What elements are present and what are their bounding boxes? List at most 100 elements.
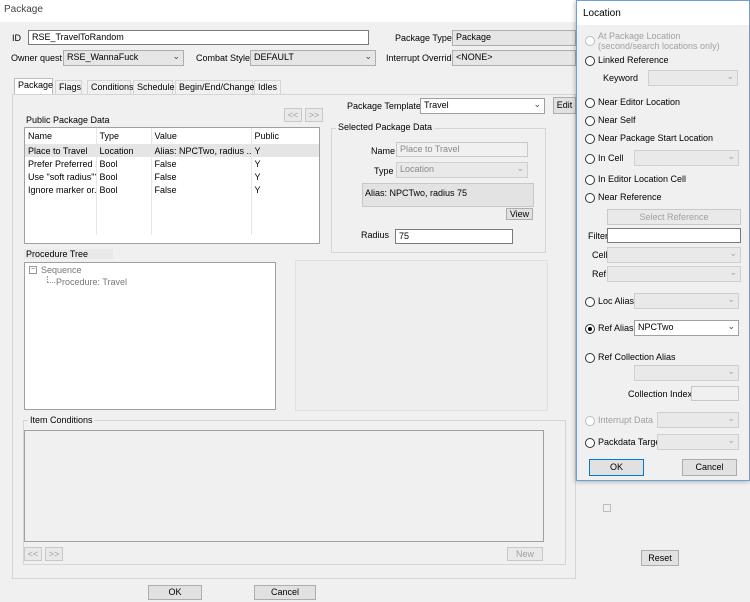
cell-value: False [151,183,252,196]
table-row[interactable]: Place to Travel Location Alias: NPCTwo, … [25,144,319,157]
procedure-details-pane [295,260,548,411]
conditions-next-button[interactable]: >> [45,547,63,561]
id-input[interactable]: RSE_TravelToRandom [28,30,369,45]
tab-begin-end-change[interactable]: Begin/End/Change [175,80,255,94]
table-row[interactable]: Prefer Preferred ... Bool False Y [25,157,319,170]
collapse-icon[interactable]: − [29,266,37,274]
location-cancel-button[interactable]: Cancel [682,459,737,476]
cancel-button[interactable]: Cancel [254,585,316,600]
view-button[interactable]: View [506,208,533,220]
location-dialog-titlebar: Location [577,1,749,25]
keyword-select[interactable]: ⌄ [648,70,738,86]
col-type[interactable]: Type [96,128,152,145]
at-package-location-label: At Package Location [598,31,681,41]
combat-style-select[interactable]: DEFAULT ⌄ [250,50,376,66]
radio-near-editor-location[interactable] [585,98,595,108]
chevron-down-icon: ⌄ [727,321,735,331]
ref-collection-alias-select[interactable]: ⌄ [634,365,739,381]
radio-near-package-start[interactable] [585,134,595,144]
package-template-select[interactable]: Travel ⌄ [420,98,545,114]
tab-idles[interactable]: Idles [254,80,281,94]
tab-label: Flags [59,82,82,92]
radio-interrupt-data[interactable] [585,416,595,426]
cell-value: False [151,170,252,183]
cell-name: Use "soft radius"? [25,170,97,183]
cell-public: Y [251,144,319,157]
in-cell-label: In Cell [598,153,624,163]
tab-label: Conditions [91,82,134,92]
selected-type-label: Type [374,166,394,176]
radio-at-package-location[interactable] [585,36,595,46]
packdata-target-select[interactable]: ⌄ [657,434,739,450]
ref-alias-label: Ref Alias [598,323,634,333]
selected-type-value: Location [400,164,435,174]
conditions-new-button[interactable]: New [507,547,543,561]
cell-type: Bool [96,183,152,196]
table-row[interactable]: Use "soft radius"? Bool False Y [25,170,319,183]
radio-in-cell[interactable] [585,154,595,164]
cell-type: Bool [96,157,152,170]
cell-name: Ignore marker or... [25,183,97,196]
selected-name-input[interactable]: Place to Travel [396,142,528,157]
public-data-prev-button[interactable]: << [284,108,302,122]
combat-style-label: Combat Style [196,53,251,63]
select-reference-button[interactable]: Select Reference [607,209,741,225]
package-type-select[interactable]: Package [452,30,576,46]
radius-input[interactable]: 75 [395,229,513,244]
in-cell-select[interactable]: ⌄ [634,150,739,166]
checkbox[interactable] [603,504,611,512]
public-data-table[interactable]: Name Type Value Public Place to Travel L… [24,127,320,244]
selected-name-label: Name [371,146,396,156]
conditions-prev-button[interactable]: << [24,547,42,561]
interrupt-data-select[interactable]: ⌄ [657,412,739,428]
collection-index-label: Collection Index [628,389,693,399]
tab-conditions[interactable]: Conditions [87,80,134,94]
location-description: Alias: NPCTwo, radius 75 [362,183,534,207]
col-name[interactable]: Name [25,128,97,145]
table-row[interactable]: Ignore marker or... Bool False Y [25,183,319,196]
item-conditions-list[interactable] [24,430,544,542]
chevron-down-icon: ⌄ [172,51,180,61]
radio-packdata-target[interactable] [585,438,595,448]
loc-alias-select[interactable]: ⌄ [634,293,739,309]
cell-select[interactable]: ⌄ [607,247,741,263]
selected-type-select[interactable]: Location ⌄ [396,162,528,178]
filter-input[interactable] [607,228,741,243]
linked-reference-label: Linked Reference [598,55,669,65]
radio-loc-alias[interactable] [585,297,595,307]
radio-linked-reference[interactable] [585,56,595,66]
reset-button[interactable]: Reset [641,550,679,566]
radio-ref-collection-alias[interactable] [585,353,595,363]
ref-alias-select[interactable]: NPCTwo ⌄ [634,320,739,336]
radio-near-reference[interactable] [585,193,595,203]
package-type-value: Package [456,32,492,42]
window-title: Package [4,4,43,15]
ref-collection-alias-label: Ref Collection Alias [598,352,676,362]
interrupt-override-select[interactable]: <NONE> [452,50,576,66]
radio-in-editor-location-cell[interactable] [585,175,595,185]
ref-select[interactable]: ⌄ [607,266,741,282]
location-ok-button[interactable]: OK [589,459,644,476]
ok-button[interactable]: OK [148,585,202,600]
tab-package[interactable]: Package [14,78,53,94]
package-template-value: Travel [424,100,449,110]
tree-node-procedure-travel[interactable]: Procedure: Travel [56,277,127,287]
radio-ref-alias[interactable] [585,324,595,334]
col-public[interactable]: Public [251,128,319,145]
tab-flags[interactable]: Flags [55,80,82,94]
radio-near-self[interactable] [585,116,595,126]
tab-schedule[interactable]: Schedule [133,80,175,94]
interrupt-override-value: <NONE> [456,52,493,62]
tree-node-sequence[interactable]: Sequence [41,265,82,275]
public-data-next-button[interactable]: >> [305,108,323,122]
collection-index-input[interactable] [691,386,739,401]
id-label: ID [12,33,21,43]
cell-type: Location [96,144,152,157]
col-value[interactable]: Value [151,128,252,145]
chevron-down-icon: ⌄ [727,151,735,161]
chevron-down-icon: ⌄ [533,99,541,109]
procedure-tree[interactable]: − Sequence Procedure: Travel [24,262,276,410]
owner-quest-select[interactable]: RSE_WannaFuck ⌄ [63,50,184,66]
tab-label: Schedule [137,82,175,92]
edit-template-button[interactable]: Edit [553,97,576,114]
